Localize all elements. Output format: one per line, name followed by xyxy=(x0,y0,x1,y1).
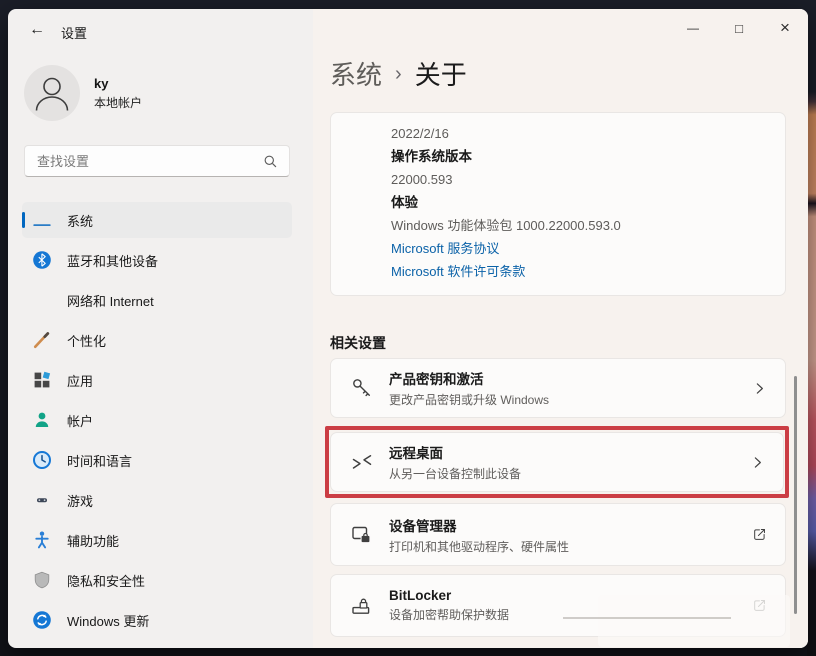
chevron-right-icon[interactable] xyxy=(749,454,766,471)
maximize-button[interactable]: □ xyxy=(716,9,762,47)
sidebar-item-privacy-security[interactable]: 隐私和安全性 xyxy=(22,562,292,598)
window-controls: — □ × xyxy=(670,9,808,47)
card-title: 产品密钥和激活 xyxy=(389,372,484,387)
breadcrumb: 系统 › 关于 xyxy=(330,55,467,92)
card-subtitle: 更改产品密钥或升级 Windows xyxy=(389,393,550,407)
account-name: ky xyxy=(94,75,109,91)
bluetooth-icon xyxy=(32,250,52,270)
sidebar-item-system[interactable]: 系统 xyxy=(22,202,292,238)
scrollbar[interactable] xyxy=(794,376,797,614)
search-icon xyxy=(263,154,278,169)
sidebar-item-network[interactable]: 网络和 Internet xyxy=(22,282,292,318)
chevron-right-icon[interactable] xyxy=(751,380,768,397)
account-type: 本地帐户 xyxy=(94,95,143,110)
page-title: 关于 xyxy=(414,60,467,90)
remote-desktop-icon xyxy=(350,450,374,474)
spec-label: 操作系统版本 xyxy=(391,149,472,164)
network-icon xyxy=(32,290,52,310)
card-text: 设备管理器 打印机和其他驱动程序、硬件属性 xyxy=(389,515,751,555)
card-title: 远程桌面 xyxy=(389,446,443,461)
spec-link[interactable]: Microsoft 软件许可条款 xyxy=(391,264,765,279)
card-subtitle: 设备加密帮助保护数据 xyxy=(389,608,510,622)
device-manager-icon xyxy=(350,523,374,547)
spec-body: 2022/2/16 操作系统版本 22000.593 体验 Windows 功能体验包 … xyxy=(331,113,785,279)
back-icon: ← xyxy=(29,21,45,38)
time-icon xyxy=(32,450,52,470)
search-box[interactable] xyxy=(24,145,290,177)
spec-value: Windows 功能体验包 1000.22000.593.0 xyxy=(391,218,621,233)
card-title: 设备管理器 xyxy=(389,518,457,534)
sidebar-item-accounts[interactable]: 帐户 xyxy=(22,402,292,438)
external-link-icon[interactable] xyxy=(751,597,768,614)
sidebar-item-label: 游戏 xyxy=(67,493,94,509)
spec-value: 22000.593 xyxy=(391,172,453,187)
accounts-icon xyxy=(32,410,52,430)
system-icon xyxy=(32,210,52,230)
settings-card-device-manager[interactable]: 设备管理器 打印机和其他驱动程序、硬件属性 xyxy=(330,503,786,566)
window-title: 设置 xyxy=(61,26,88,41)
settings-card-product-key-activation[interactable]: 产品密钥和激活 更改产品密钥或升级 Windows xyxy=(330,358,786,418)
sidebar-item-label: 系统 xyxy=(67,213,94,229)
minimize-button[interactable]: — xyxy=(670,9,716,47)
sidebar-item-accessibility[interactable]: 辅助功能 xyxy=(22,522,292,558)
external-link-icon[interactable] xyxy=(751,526,768,543)
avatar xyxy=(24,65,80,121)
sidebar-item-label: 辅助功能 xyxy=(67,533,120,549)
titlebar: ← 设置 — □ × xyxy=(8,9,808,51)
maximize-icon: □ xyxy=(735,20,743,36)
close-button[interactable]: × xyxy=(762,9,808,47)
sidebar-item-label: 帐户 xyxy=(67,413,94,429)
windows-spec-card: 2022/2/16 操作系统版本 22000.593 体验 Windows 功能体验包 … xyxy=(330,112,786,296)
search-input[interactable] xyxy=(25,153,263,169)
selected-indicator xyxy=(22,212,25,228)
accessibility-icon xyxy=(32,530,52,550)
minimize-icon: — xyxy=(687,21,699,35)
card-subtitle: 打印机和其他驱动程序、硬件属性 xyxy=(389,539,570,554)
sidebar-item-bluetooth[interactable]: 蓝牙和其他设备 xyxy=(22,242,292,278)
sidebar-item-gaming[interactable]: 游戏 xyxy=(22,482,292,518)
card-text: BitLocker 设备加密帮助保护数据 xyxy=(389,588,751,623)
sidebar-item-label: 个性化 xyxy=(67,333,107,349)
privacy-icon xyxy=(32,570,52,590)
sidebar-item-label: 蓝牙和其他设备 xyxy=(67,253,159,269)
breadcrumb-parent[interactable]: 系统 xyxy=(330,55,382,92)
account-text: ky 本地帐户 xyxy=(94,76,142,111)
personalization-icon xyxy=(32,330,52,350)
desktop-wallpaper xyxy=(807,0,816,656)
spec-link[interactable]: Microsoft 服务协议 xyxy=(391,241,765,256)
sidebar-item-label: 隐私和安全性 xyxy=(67,573,146,589)
breadcrumb-separator: › xyxy=(395,63,402,85)
sidebar-item-time-language[interactable]: 时间和语言 xyxy=(22,442,292,478)
apps-icon xyxy=(32,370,52,390)
account-info[interactable]: ky 本地帐户 xyxy=(24,65,142,121)
related-settings-heading: 相关设置 xyxy=(330,335,386,351)
back-button[interactable]: ← xyxy=(22,16,52,44)
sidebar-item-label: 时间和语言 xyxy=(67,453,133,469)
card-subtitle: 从另一台设备控制此设备 xyxy=(389,467,522,481)
settings-card-remote-desktop[interactable]: 远程桌面 从另一台设备控制此设备 xyxy=(330,432,784,492)
sidebar-item-personalization[interactable]: 个性化 xyxy=(22,322,292,358)
sidebar-nav: 系统 蓝牙和其他设备 网络和 Internet 个性化 应用 帐户 时间和语言 … xyxy=(22,202,292,642)
sidebar-item-label: Windows 更新 xyxy=(67,613,150,629)
highlight-box: 远程桌面 从另一台设备控制此设备 xyxy=(325,426,789,498)
settings-card-bitlocker[interactable]: BitLocker 设备加密帮助保护数据 xyxy=(330,574,786,637)
card-text: 产品密钥和激活 更改产品密钥或升级 Windows xyxy=(389,368,751,408)
card-text: 远程桌面 从另一台设备控制此设备 xyxy=(389,442,749,482)
card-title: BitLocker xyxy=(389,588,452,603)
settings-window: ← 设置 — □ × ky 本地帐户 系统 xyxy=(8,9,808,648)
sidebar-item-label: 应用 xyxy=(67,373,94,389)
sidebar-item-windows-update[interactable]: Windows 更新 xyxy=(22,602,292,638)
sidebar-item-apps[interactable]: 应用 xyxy=(22,362,292,398)
gaming-icon xyxy=(32,490,52,510)
sidebar-item-label: 网络和 Internet xyxy=(67,293,154,309)
spec-value: 2022/2/16 xyxy=(391,126,449,141)
key-icon xyxy=(350,376,374,400)
bitlocker-icon xyxy=(350,594,374,618)
person-avatar-icon xyxy=(24,65,80,121)
update-icon xyxy=(32,610,52,630)
spec-label: 体验 xyxy=(391,195,418,210)
related-cards: 产品密钥和激活 更改产品密钥或升级 Windows 远程桌面 从另一台设备控制此… xyxy=(325,358,789,645)
close-icon: × xyxy=(780,18,790,37)
